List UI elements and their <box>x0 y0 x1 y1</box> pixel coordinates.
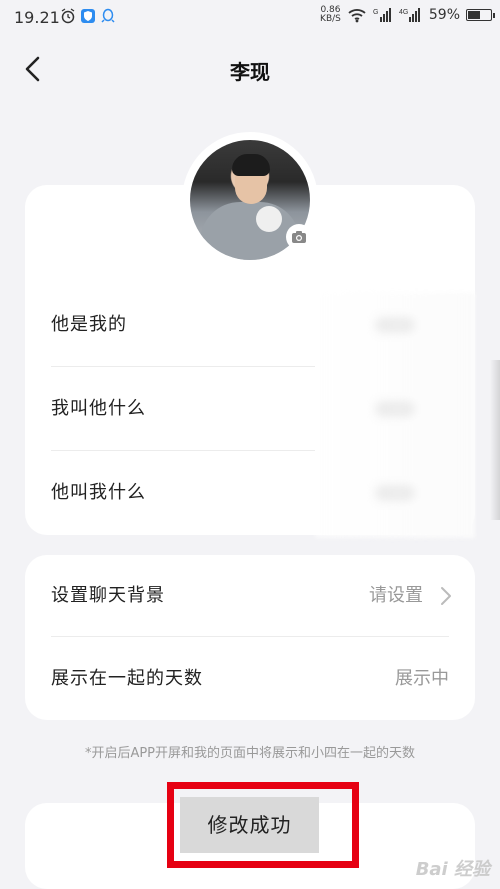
row-i-call-him-label: 我叫他什么 <box>51 398 146 419</box>
net-speed: 0.86 KB/S <box>320 6 341 24</box>
net-speed-unit: KB/S <box>320 14 341 24</box>
row-i-call-him[interactable]: 我叫他什么 <box>25 367 475 451</box>
chat-background-value: 请设置 <box>369 585 423 606</box>
signal-4g-icon: 4G <box>399 8 420 22</box>
battery-percent: 59% <box>428 7 460 23</box>
battery-fill <box>468 11 480 19</box>
svg-text:G: G <box>373 9 378 16</box>
signal-g-icon: G <box>373 8 391 22</box>
chat-background-label: 设置聊天背景 <box>51 585 165 606</box>
row-relation-label: 他是我的 <box>51 314 127 335</box>
camera-icon <box>292 231 306 243</box>
svg-text:4G: 4G <box>399 9 408 16</box>
alarm-icon <box>61 8 75 24</box>
qq-icon <box>101 8 115 23</box>
nav-bar: 李现 <box>0 40 500 96</box>
row-show-days[interactable]: 展示在一起的天数 展示中 <box>25 638 475 720</box>
avatar-body <box>200 202 300 260</box>
camera-button[interactable] <box>286 224 312 250</box>
avatar-hair <box>232 154 270 176</box>
page-title: 李现 <box>230 60 270 84</box>
row-he-calls-me-label: 他叫我什么 <box>51 482 146 503</box>
show-days-label: 展示在一起的天数 <box>51 668 203 689</box>
show-days-value: 展示中 <box>395 668 449 689</box>
battery-icon <box>466 9 495 21</box>
status-left-icons <box>60 8 116 24</box>
toast-message: 修改成功 <box>180 797 319 853</box>
hint-text: *开启后APP开屏和我的页面中将展示和小四在一起的天数 <box>84 746 416 761</box>
status-time: 19.21 <box>14 8 60 27</box>
status-bar: 19.21 0.86 KB/S G 4G 59% <box>0 0 500 34</box>
watermark: Bai 经验 <box>415 859 490 880</box>
wifi-icon <box>348 9 366 23</box>
row-chat-background[interactable]: 设置聊天背景 请设置 <box>25 555 475 637</box>
row-relation[interactable]: 他是我的 <box>25 283 475 367</box>
avatar-cat <box>256 206 282 232</box>
divider <box>51 636 449 637</box>
chevron-right-icon <box>441 587 451 605</box>
row-he-calls-me[interactable]: 他叫我什么 <box>25 451 475 535</box>
shield-icon <box>81 9 95 23</box>
status-right: 0.86 KB/S G 4G 59% <box>320 6 495 24</box>
edge-shadow <box>490 360 500 520</box>
